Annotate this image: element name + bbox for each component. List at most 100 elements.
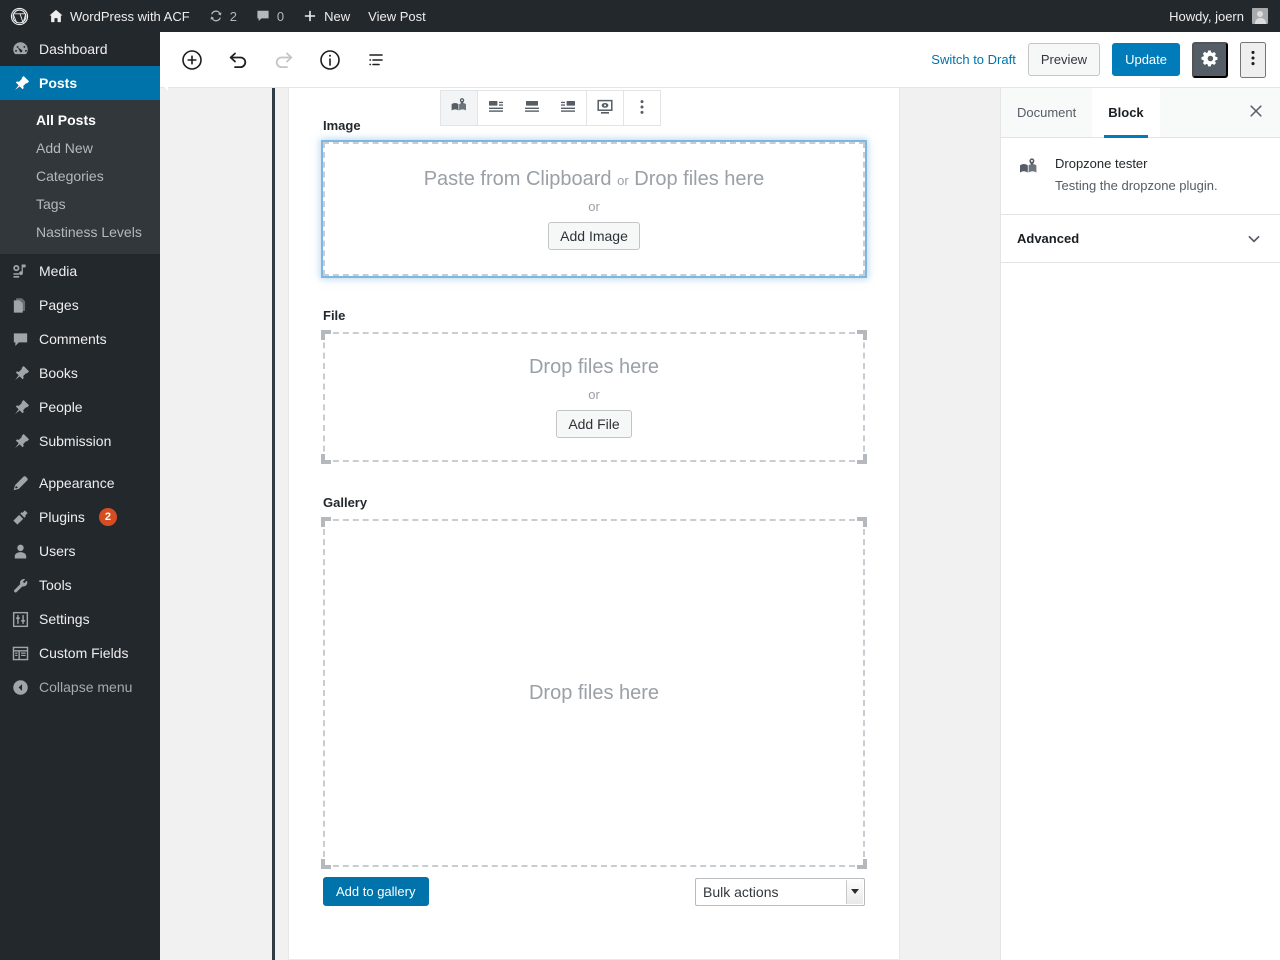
user-icon	[10, 541, 30, 561]
account-menu[interactable]: Howdy, joern	[1169, 8, 1280, 24]
sidebar-item-pages[interactable]: Pages	[0, 288, 160, 322]
image-dropzone[interactable]: Paste from Clipboard or Drop files here …	[321, 140, 867, 278]
sidebar-item-tags[interactable]: Tags	[0, 190, 160, 218]
sidebar-item-label: Collapse menu	[39, 679, 133, 695]
updates-icon	[208, 8, 224, 24]
pin-icon	[10, 397, 30, 417]
site-name-button[interactable]: WordPress with ACF	[39, 0, 199, 32]
block-more-button[interactable]	[624, 91, 660, 125]
view-post-label: View Post	[368, 8, 426, 24]
preview-group	[587, 91, 624, 125]
sidebar-item-media[interactable]: Media	[0, 254, 160, 288]
undo-button[interactable]	[220, 42, 256, 78]
sidebar-item-dashboard[interactable]: Dashboard	[0, 32, 160, 66]
sidebar-item-collapse-menu[interactable]: Collapse menu	[0, 670, 160, 704]
alignment-group	[478, 91, 587, 125]
gallery-footer: Add to gallery Bulk actions	[323, 867, 865, 918]
sidebar-item-label: Settings	[39, 611, 90, 627]
add-file-button[interactable]: Add File	[556, 409, 632, 439]
redo-button[interactable]	[266, 42, 302, 78]
editor-header-right-tools: Switch to Draft Preview Update	[931, 41, 1280, 78]
sidebar-item-comments[interactable]: Comments	[0, 322, 160, 356]
sidebar-item-plugins[interactable]: Plugins 2	[0, 500, 160, 534]
sidebar-item-label: Media	[39, 263, 78, 279]
sidebar-item-users[interactable]: Users	[0, 534, 160, 568]
home-icon	[48, 8, 64, 24]
sidebar-item-add-new[interactable]: Add New	[0, 134, 160, 162]
admin-bar: WordPress with ACF 2 0 New View Post How…	[0, 0, 1280, 32]
gallery-field-label: Gallery	[323, 495, 368, 510]
kebab-menu-icon	[632, 97, 652, 120]
preview-button[interactable]: Preview	[1027, 43, 1101, 76]
comment-bubble-icon	[255, 8, 271, 24]
sidebar-item-label: Books	[39, 365, 78, 381]
tab-block[interactable]: Block	[1092, 88, 1160, 138]
updates-button[interactable]: 2	[199, 0, 246, 32]
wrench-icon	[10, 575, 30, 595]
sidebar-item-settings[interactable]: Settings	[0, 602, 160, 636]
sidebar-item-books[interactable]: Books	[0, 356, 160, 390]
list-view-button[interactable]	[358, 42, 394, 78]
sidebar-item-submission[interactable]: Submission	[0, 424, 160, 458]
dropzone-block-icon	[1017, 154, 1041, 196]
sidebar-item-people[interactable]: People	[0, 390, 160, 424]
chevron-down-icon	[846, 879, 863, 904]
switch-to-draft-button[interactable]: Switch to Draft	[931, 52, 1016, 67]
more-menu-button[interactable]	[1240, 41, 1266, 78]
advanced-panel-header[interactable]: Advanced	[1001, 215, 1280, 263]
sidebar-item-label: Custom Fields	[39, 645, 129, 661]
file-dropzone[interactable]: Drop files here or Add File	[321, 330, 867, 464]
selected-block-indicator	[272, 88, 275, 960]
sidebar-item-label: Tools	[39, 577, 72, 593]
comments-button[interactable]: 0	[246, 0, 293, 32]
sidebar-item-label: People	[39, 399, 83, 415]
pin-icon	[10, 73, 30, 93]
sidebar-item-tools[interactable]: Tools	[0, 568, 160, 602]
view-post-button[interactable]: View Post	[359, 0, 435, 32]
add-image-button[interactable]: Add Image	[548, 221, 640, 251]
block-type-group	[441, 91, 478, 125]
dropzone-block-icon	[449, 96, 470, 120]
wordpress-logo-icon	[10, 7, 29, 26]
gallery-dropzone-message: Drop files here	[528, 681, 660, 704]
sidebar-item-all-posts[interactable]: All Posts	[0, 106, 160, 134]
bulk-actions-select[interactable]: Bulk actions	[695, 877, 865, 906]
post-content-sheet: Image Paste from Clipboard or Drop files…	[288, 88, 900, 960]
align-left-button[interactable]	[478, 91, 514, 125]
sidebar-separator	[0, 458, 160, 466]
close-sidebar-button[interactable]	[1232, 88, 1280, 137]
sidebar-item-label: Submission	[39, 433, 112, 449]
bulk-actions-value: Bulk actions	[703, 883, 779, 900]
sidebar-item-label: Dashboard	[39, 41, 108, 57]
new-label: New	[324, 8, 351, 24]
info-button[interactable]	[312, 42, 348, 78]
settings-sidebar: Document Block Dropzone tester Testing t…	[1000, 88, 1280, 960]
sidebar-item-label: Plugins	[39, 509, 85, 525]
plug-icon	[10, 507, 30, 527]
new-content-button[interactable]: New	[293, 0, 359, 32]
wordpress-logo-button[interactable]	[0, 0, 39, 32]
align-right-icon	[558, 97, 578, 120]
sidebar-item-nastiness-levels[interactable]: Nastiness Levels	[0, 218, 160, 246]
pin-icon	[10, 431, 30, 451]
sidebar-item-appearance[interactable]: Appearance	[0, 466, 160, 500]
tab-document[interactable]: Document	[1001, 88, 1092, 137]
block-info-card: Dropzone tester Testing the dropzone plu…	[1001, 138, 1280, 215]
sidebar-item-posts[interactable]: Posts	[0, 66, 168, 100]
add-to-gallery-button[interactable]: Add to gallery	[323, 877, 429, 906]
image-dropzone-message: Paste from Clipboard or Drop files here	[424, 168, 765, 191]
settings-button[interactable]	[1192, 41, 1228, 78]
editor-body: Image Paste from Clipboard or Drop files…	[160, 88, 1280, 960]
block-more-group	[624, 91, 660, 125]
file-dropzone-message: Drop files here	[528, 355, 660, 378]
align-center-button[interactable]	[514, 91, 550, 125]
display-preview-button[interactable]	[587, 91, 623, 125]
align-right-button[interactable]	[550, 91, 586, 125]
block-type-button[interactable]	[441, 91, 477, 125]
gallery-dropzone[interactable]: Drop files here	[321, 517, 867, 869]
add-block-button[interactable]	[174, 42, 210, 78]
sidebar-item-categories[interactable]: Categories	[0, 162, 160, 190]
sidebar-item-label: Posts	[39, 75, 78, 91]
sidebar-item-custom-fields[interactable]: Custom Fields	[0, 636, 160, 670]
update-button[interactable]: Update	[1112, 43, 1180, 76]
